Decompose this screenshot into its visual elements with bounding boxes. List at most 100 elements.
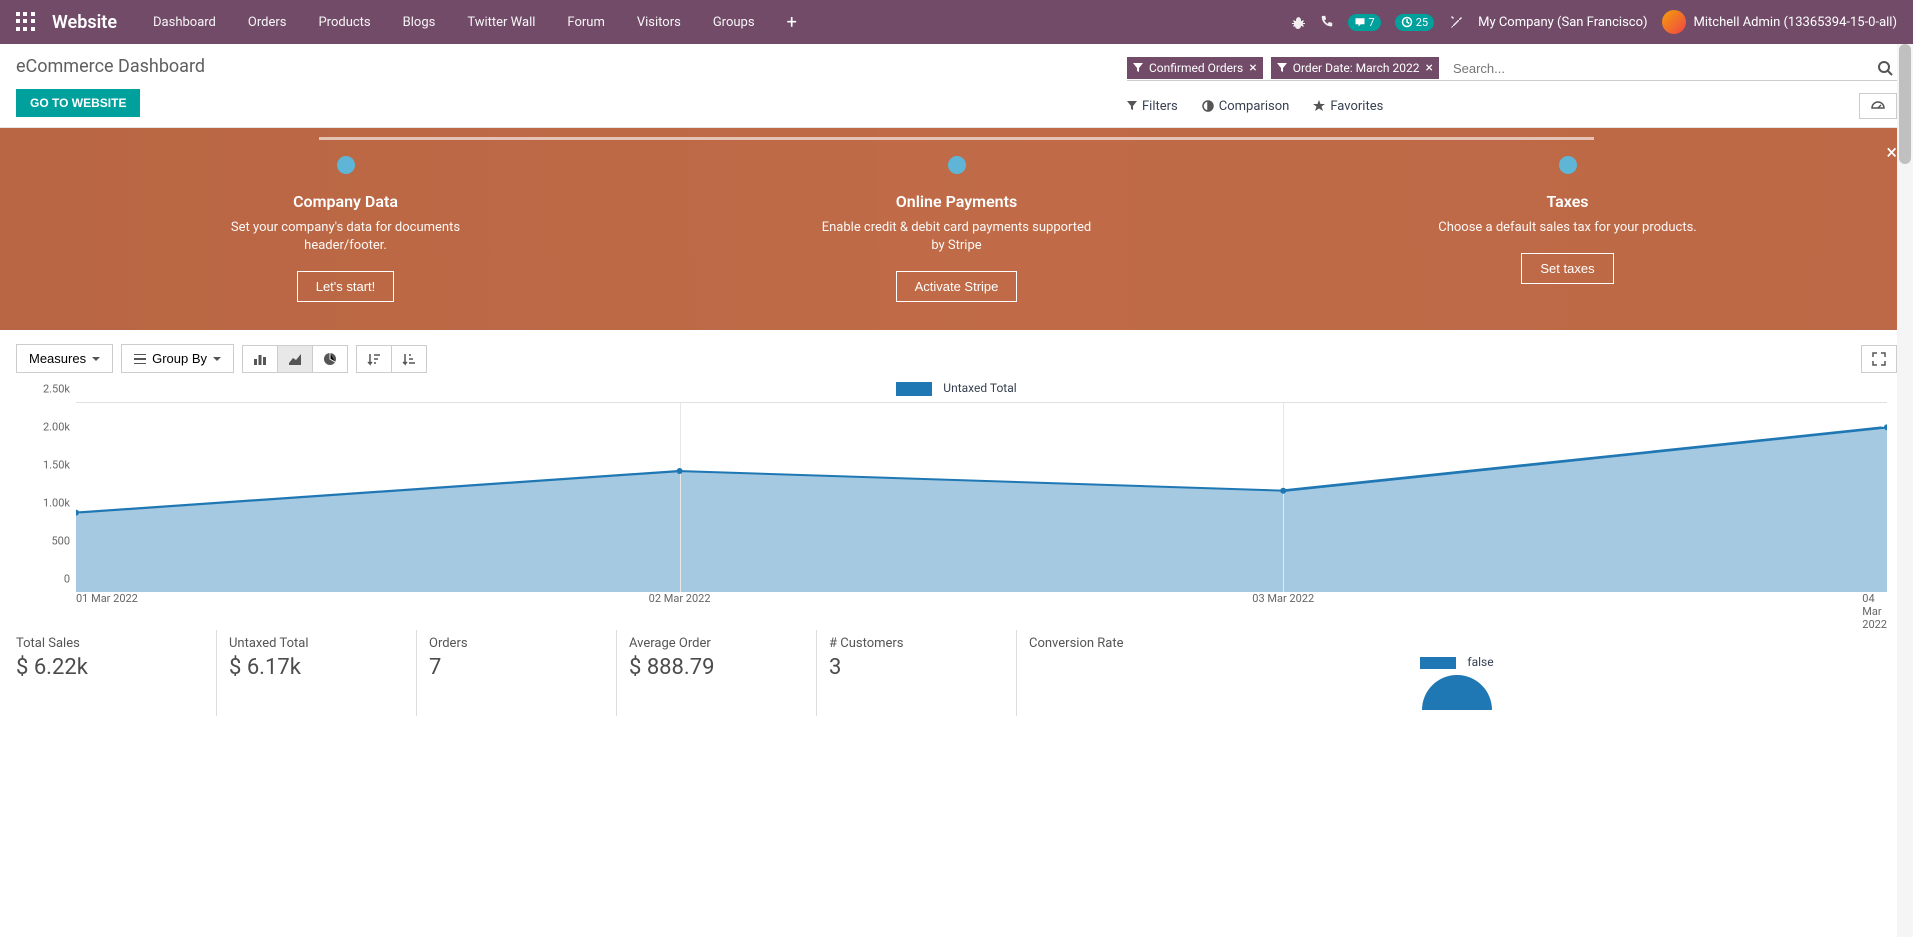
filter-icon xyxy=(1277,63,1287,73)
filter-row: Filters Comparison Favorites xyxy=(1127,93,1897,119)
y-tick: 1.50k xyxy=(43,459,70,472)
app-brand[interactable]: Website xyxy=(52,12,117,33)
search-input[interactable] xyxy=(1447,57,1873,80)
filter-icon xyxy=(1133,63,1143,73)
stat-customers: # Customers 3 xyxy=(816,630,1016,716)
facet-label: Confirmed Orders xyxy=(1149,61,1243,75)
close-icon[interactable]: × xyxy=(1886,140,1897,164)
x-tick: 03 Mar 2022 xyxy=(1252,592,1314,605)
dashboard-view-button[interactable] xyxy=(1859,93,1897,119)
line-chart-icon xyxy=(288,352,302,366)
company-switcher[interactable]: My Company (San Francisco) xyxy=(1478,15,1647,30)
step-desc: Set your company's data for documents he… xyxy=(206,219,486,255)
funnel-icon xyxy=(1127,101,1137,111)
nav-item-groups[interactable]: Groups xyxy=(697,3,771,42)
messages-badge[interactable]: 7 xyxy=(1348,14,1381,31)
legend-label: Untaxed Total xyxy=(943,381,1016,395)
area-chart: 0 500 1.00k 1.50k 2.00k 2.50k 01 Mar 202… xyxy=(26,402,1897,612)
favorites-dropdown[interactable]: Favorites xyxy=(1313,99,1383,114)
lets-start-button[interactable]: Let's start! xyxy=(297,271,395,302)
pie-chart-button[interactable] xyxy=(312,345,348,373)
sort-asc-button[interactable] xyxy=(391,345,427,373)
onboard-step-taxes: Taxes Choose a default sales tax for you… xyxy=(1262,156,1873,302)
y-axis: 0 500 1.00k 1.50k 2.00k 2.50k xyxy=(26,402,76,592)
scroll-thumb[interactable] xyxy=(1899,44,1911,164)
nav-item-products[interactable]: Products xyxy=(302,3,386,42)
activities-badge[interactable]: 25 xyxy=(1395,14,1434,31)
nav-item-twitter-wall[interactable]: Twitter Wall xyxy=(451,3,551,42)
nav-add-icon[interactable]: + xyxy=(771,12,813,33)
legend-swatch xyxy=(1420,657,1456,669)
line-chart-button[interactable] xyxy=(277,345,313,373)
search-facet-confirmed-orders[interactable]: Confirmed Orders × xyxy=(1127,57,1263,79)
stat-label: Average Order xyxy=(629,636,804,651)
tools-icon[interactable] xyxy=(1448,14,1464,30)
pie-chart-partial xyxy=(1422,675,1492,710)
nav-menu: Dashboard Orders Products Blogs Twitter … xyxy=(137,3,771,42)
search-icon[interactable] xyxy=(1873,56,1897,80)
pie-chart-icon xyxy=(323,352,337,366)
page-title: eCommerce Dashboard xyxy=(16,56,205,77)
facet-remove-icon[interactable]: × xyxy=(1425,60,1432,76)
user-menu[interactable]: Mitchell Admin (13365394-15-0-all) xyxy=(1662,10,1897,34)
filters-dropdown[interactable]: Filters xyxy=(1127,99,1178,114)
set-taxes-button[interactable]: Set taxes xyxy=(1521,253,1613,284)
comparison-dropdown[interactable]: Comparison xyxy=(1202,99,1290,114)
go-to-website-button[interactable]: GO TO WEBSITE xyxy=(16,89,140,117)
stat-untaxed-total: Untaxed Total $ 6.17k xyxy=(216,630,416,716)
stat-total-sales: Total Sales $ 6.22k xyxy=(16,630,216,716)
y-tick: 0 xyxy=(64,573,70,586)
apps-switcher-icon[interactable] xyxy=(16,12,36,32)
search-bar: Confirmed Orders × Order Date: March 202… xyxy=(1127,56,1897,81)
y-tick: 2.00k xyxy=(43,421,70,434)
nav-item-blogs[interactable]: Blogs xyxy=(387,3,452,42)
facet-remove-icon[interactable]: × xyxy=(1249,60,1256,76)
phone-icon[interactable] xyxy=(1320,15,1334,29)
chart-legend[interactable]: Untaxed Total xyxy=(16,381,1897,396)
x-tick: 02 Mar 2022 xyxy=(649,592,711,605)
top-navbar: Website Dashboard Orders Products Blogs … xyxy=(0,0,1913,44)
stat-value: $ 6.22k xyxy=(16,655,204,680)
chart-type-buttons xyxy=(242,345,348,373)
groupby-dropdown[interactable]: Group By xyxy=(121,344,234,373)
step-title: Company Data xyxy=(40,192,651,211)
stat-label: # Customers xyxy=(829,636,1004,651)
measures-label: Measures xyxy=(29,351,86,366)
nav-item-visitors[interactable]: Visitors xyxy=(621,3,697,42)
stat-label: Conversion Rate xyxy=(1029,636,1885,651)
bug-icon[interactable] xyxy=(1290,14,1306,30)
nav-item-dashboard[interactable]: Dashboard xyxy=(137,3,232,42)
nav-item-orders[interactable]: Orders xyxy=(232,3,303,42)
measures-dropdown[interactable]: Measures xyxy=(16,344,113,373)
search-facet-order-date[interactable]: Order Date: March 2022 × xyxy=(1271,57,1439,79)
messages-count: 7 xyxy=(1369,16,1375,29)
stat-label: Untaxed Total xyxy=(229,636,404,651)
stat-value: 3 xyxy=(829,655,1004,680)
expand-icon xyxy=(1872,352,1886,366)
bar-chart-button[interactable] xyxy=(242,345,278,373)
expand-button[interactable] xyxy=(1861,345,1897,373)
pie-legend[interactable]: false xyxy=(1029,655,1885,669)
stat-value: $ 888.79 xyxy=(629,655,804,680)
legend-swatch xyxy=(896,382,932,396)
facet-label: Order Date: March 2022 xyxy=(1293,61,1420,75)
y-tick: 2.50k xyxy=(43,383,70,396)
y-tick: 1.00k xyxy=(43,497,70,510)
stat-conversion-rate: Conversion Rate false xyxy=(1016,630,1897,716)
step-dot-icon xyxy=(948,156,966,174)
stat-value: $ 6.17k xyxy=(229,655,404,680)
chart-points xyxy=(76,403,1887,592)
x-tick: 04 Mar 2022 xyxy=(1862,592,1887,631)
sort-desc-button[interactable] xyxy=(356,345,392,373)
stat-value: 7 xyxy=(429,655,604,680)
step-desc: Choose a default sales tax for your prod… xyxy=(1428,219,1708,237)
graph-toolbar: Measures Group By xyxy=(0,330,1913,381)
nav-systray: 7 25 My Company (San Francisco) Mitchell… xyxy=(1290,10,1897,34)
sort-asc-icon xyxy=(402,352,416,366)
step-desc: Enable credit & debit card payments supp… xyxy=(817,219,1097,255)
y-tick: 500 xyxy=(51,535,70,548)
comparison-label: Comparison xyxy=(1219,99,1290,114)
scrollbar[interactable] xyxy=(1897,44,1913,937)
nav-item-forum[interactable]: Forum xyxy=(551,3,620,42)
activate-stripe-button[interactable]: Activate Stripe xyxy=(896,271,1018,302)
